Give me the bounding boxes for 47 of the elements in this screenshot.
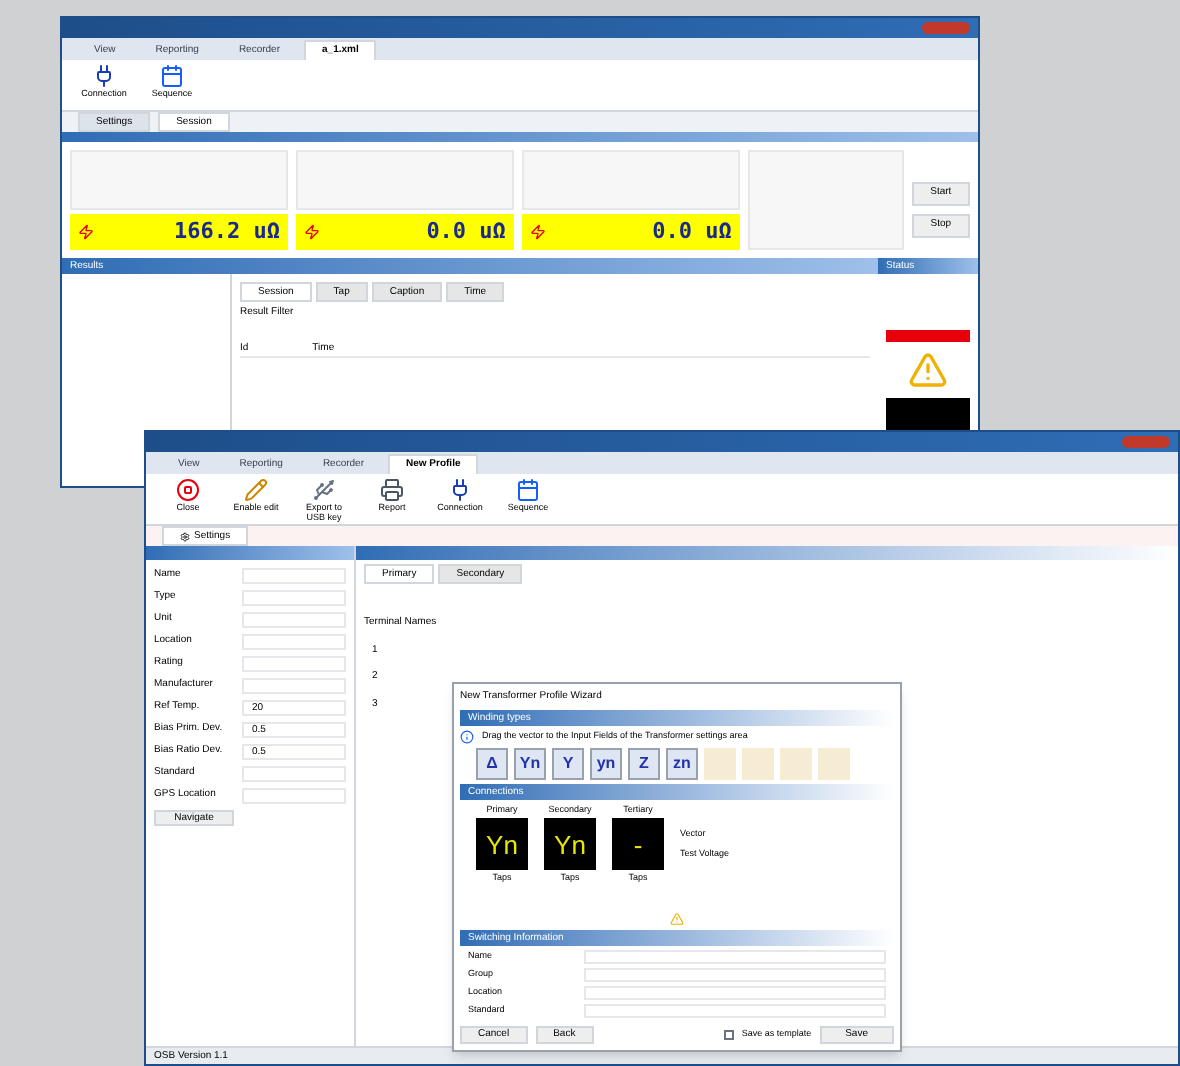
calendar-icon <box>516 478 540 502</box>
info-icon <box>460 729 474 743</box>
lightning-icon <box>303 224 320 240</box>
input-field[interactable] <box>242 634 346 650</box>
input-field[interactable] <box>584 985 886 999</box>
vector-button[interactable]: Y <box>552 747 584 779</box>
pencil-icon <box>244 478 268 502</box>
warning-icon <box>908 350 948 390</box>
input-field[interactable] <box>242 568 346 584</box>
input-field[interactable] <box>242 612 346 628</box>
vector-button[interactable]: Δ <box>476 747 508 779</box>
vector-button[interactable]: yn <box>590 747 622 779</box>
vector-button[interactable]: Yn <box>514 747 546 779</box>
printer-icon <box>380 478 404 502</box>
plug-icon <box>92 64 116 88</box>
vector-display: Yn <box>476 818 528 871</box>
template-checkbox[interactable] <box>723 1030 734 1040</box>
window-controls-icon[interactable] <box>922 22 970 34</box>
input-field[interactable] <box>584 967 886 981</box>
lightning-icon <box>78 224 94 240</box>
input-field[interactable] <box>242 678 346 694</box>
vector-button[interactable]: zn <box>666 747 698 779</box>
input-field[interactable] <box>242 656 346 672</box>
empty-slot <box>818 747 850 779</box>
window-controls-icon[interactable] <box>1122 436 1170 448</box>
empty-slot <box>780 747 812 779</box>
stop-icon <box>176 478 200 502</box>
input-field[interactable] <box>242 788 346 804</box>
vector-button[interactable]: Z <box>628 747 660 779</box>
lightning-icon <box>529 224 546 240</box>
empty-slot <box>704 747 736 779</box>
input-field[interactable] <box>242 590 346 606</box>
input-field[interactable] <box>242 766 346 782</box>
plug-icon <box>448 478 472 502</box>
reading-display: 0.0 uΩ <box>295 214 514 250</box>
input-field[interactable] <box>584 949 886 963</box>
calendar-icon <box>160 64 184 88</box>
usb-icon <box>312 478 336 502</box>
empty-slot <box>742 747 774 779</box>
input-field[interactable] <box>584 1003 886 1017</box>
reading-display: 0.0 uΩ <box>521 214 740 250</box>
vector-display: - <box>612 818 664 871</box>
reading-display: 166.2 uΩ <box>70 214 288 250</box>
vector-display: Yn <box>544 818 596 871</box>
alarm-bar <box>886 330 970 342</box>
settings-icon <box>180 531 190 541</box>
warning-icon <box>670 911 684 925</box>
